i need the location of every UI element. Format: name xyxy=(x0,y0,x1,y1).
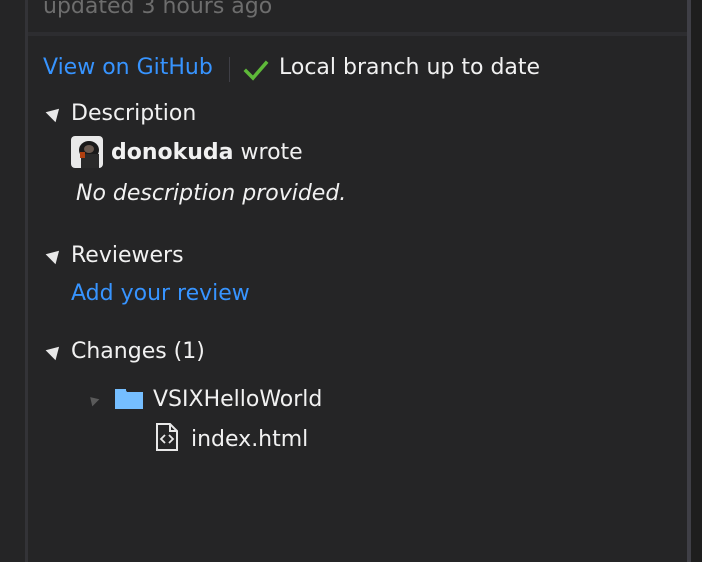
folder-icon xyxy=(115,389,143,409)
avatar xyxy=(71,136,103,168)
expanded-triangle-icon xyxy=(45,341,65,361)
branch-status-text: Local branch up to date xyxy=(279,55,541,80)
description-title: Description xyxy=(71,100,197,126)
scrollbar-track[interactable] xyxy=(691,0,702,562)
updated-timestamp: updated 3 hours ago xyxy=(43,0,273,19)
author-name[interactable]: donokuda xyxy=(111,140,234,165)
reviewers-title: Reviewers xyxy=(71,242,184,268)
changes-title: Changes (1) xyxy=(71,338,205,364)
author-verb: wrote xyxy=(240,140,303,165)
tree-expand-icon[interactable] xyxy=(86,393,100,407)
expanded-triangle-icon xyxy=(45,245,65,265)
description-body: No description provided. xyxy=(76,181,347,206)
panel-left-border xyxy=(25,0,28,562)
tree-file-label[interactable]: index.html xyxy=(191,427,308,452)
author-line: donokuda wrote xyxy=(111,140,303,165)
description-section-header[interactable]: Description xyxy=(45,99,196,127)
changes-section-header[interactable]: Changes (1) xyxy=(45,337,205,365)
html-file-icon xyxy=(156,423,178,451)
expanded-triangle-icon xyxy=(45,103,65,123)
avatar-image xyxy=(71,136,103,168)
pull-request-details-panel: updated 3 hours ago View on GitHub Local… xyxy=(0,0,702,562)
check-icon xyxy=(243,60,269,81)
status-separator xyxy=(229,57,230,82)
view-on-github-link[interactable]: View on GitHub xyxy=(43,55,213,80)
tree-folder-label[interactable]: VSIXHelloWorld xyxy=(153,387,322,412)
header-divider xyxy=(28,32,687,36)
add-your-review-link[interactable]: Add your review xyxy=(71,281,250,306)
reviewers-section-header[interactable]: Reviewers xyxy=(45,241,184,269)
